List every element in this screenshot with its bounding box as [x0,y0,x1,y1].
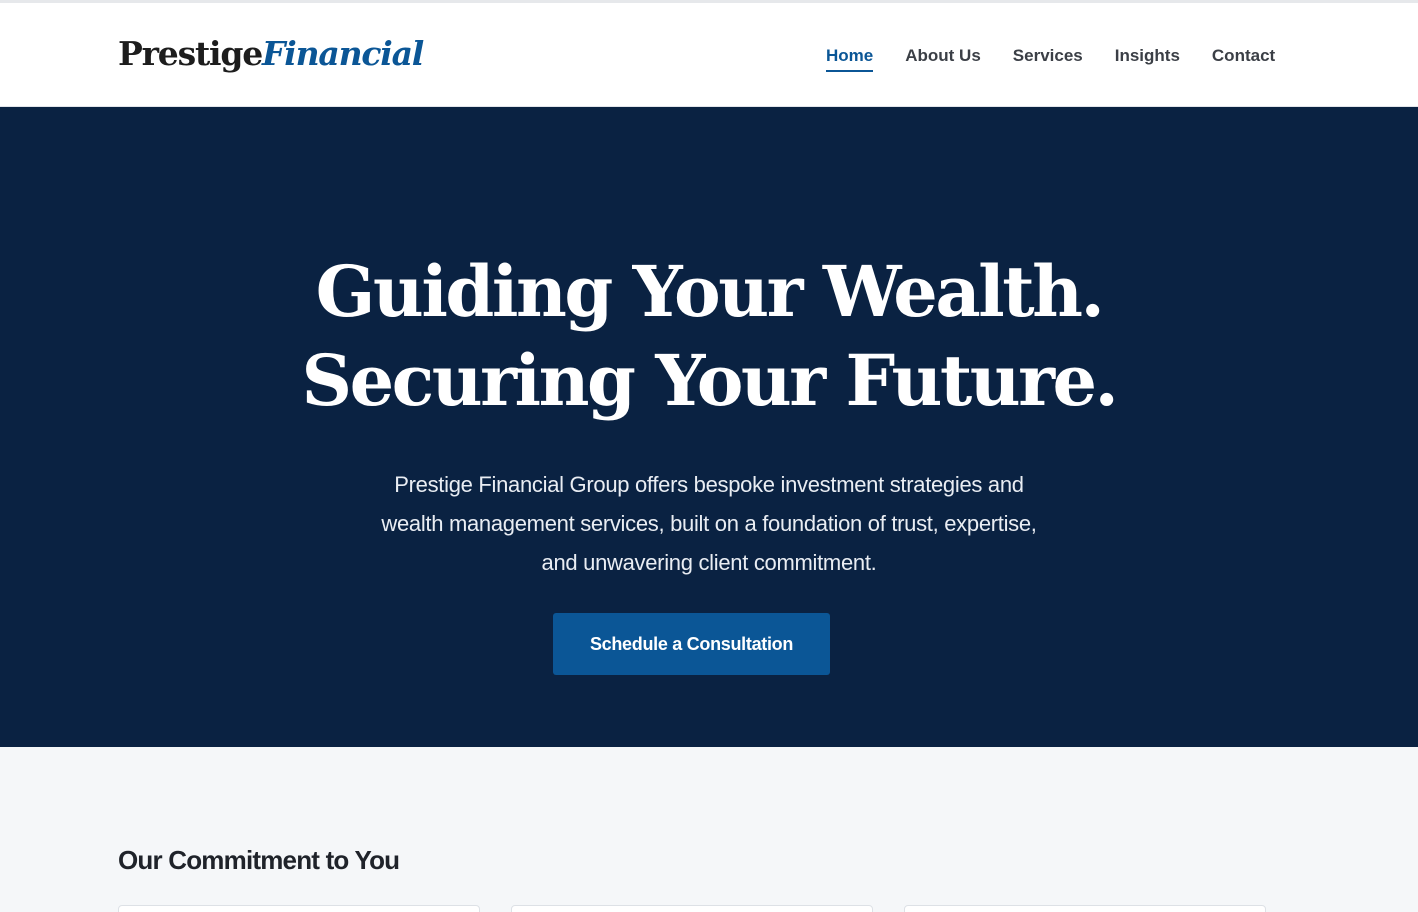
commitment-card-1 [118,905,480,912]
nav-link-contact[interactable]: Contact [1212,44,1275,72]
schedule-consultation-button[interactable]: Schedule a Consultation [553,613,830,675]
hero-subtitle-line-3: and unwavering client commitment. [541,550,877,575]
main-nav: Home About Us Services Insights Contact [826,44,1275,72]
nav-link-about-us[interactable]: About Us [905,44,981,72]
commitment-card-3 [904,905,1266,912]
commitment-card-2 [511,905,873,912]
hero-subtitle: Prestige Financial Group offers bespoke … [0,465,1418,582]
hero-section: Guiding Your Wealth. Securing Your Futur… [0,107,1418,747]
nav-link-services[interactable]: Services [1013,44,1083,72]
nav-link-home[interactable]: Home [826,44,874,72]
hero-subtitle-line-2: wealth management services, built on a f… [381,511,1037,536]
hero-title-line-1: Guiding Your Wealth. [315,250,1105,333]
commitment-section: Our Commitment to You [0,747,1418,912]
logo[interactable]: PrestigeFinancial [118,34,424,74]
logo-secondary-text: Financial [262,34,424,73]
logo-primary-text: Prestige [118,34,263,73]
site-header: PrestigeFinancial Home About Us Services… [0,3,1418,107]
hero-subtitle-line-1: Prestige Financial Group offers bespoke … [394,472,1024,497]
hero-title: Guiding Your Wealth. Securing Your Futur… [0,247,1418,425]
commitment-title: Our Commitment to You [118,845,400,875]
hero-title-line-2: Securing Your Future. [301,339,1119,422]
nav-link-insights[interactable]: Insights [1115,44,1180,72]
